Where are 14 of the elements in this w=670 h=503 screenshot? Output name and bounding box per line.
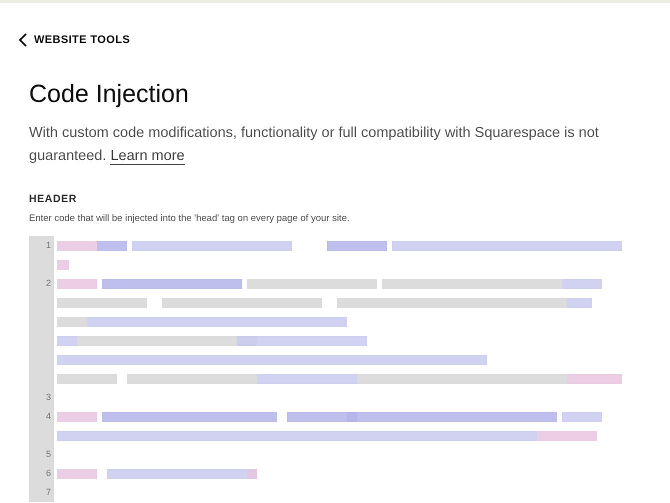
- line-number: 5: [46, 449, 51, 459]
- description-text: With custom code modifications, functionality or full compatibility with Squarespace is not guaranteed. Learn more: [29, 124, 600, 167]
- learn-more-link[interactable]: Learn more: [110, 148, 185, 165]
- line-number: 6: [46, 468, 51, 478]
- page-title: Code Injection: [29, 79, 190, 110]
- line-number: 2: [46, 278, 51, 288]
- line-number: 3: [46, 392, 51, 402]
- chevron-left-icon: [18, 33, 28, 47]
- line-number: 1: [46, 240, 51, 250]
- line-number: 4: [46, 411, 51, 421]
- line-number: 7: [46, 487, 51, 497]
- section-label: HEADER: [29, 193, 78, 205]
- back-link[interactable]: WEBSITE TOOLS: [18, 33, 130, 47]
- section-hint: Enter code that will be injected into the 'head' tag on every page of your site.: [29, 213, 350, 224]
